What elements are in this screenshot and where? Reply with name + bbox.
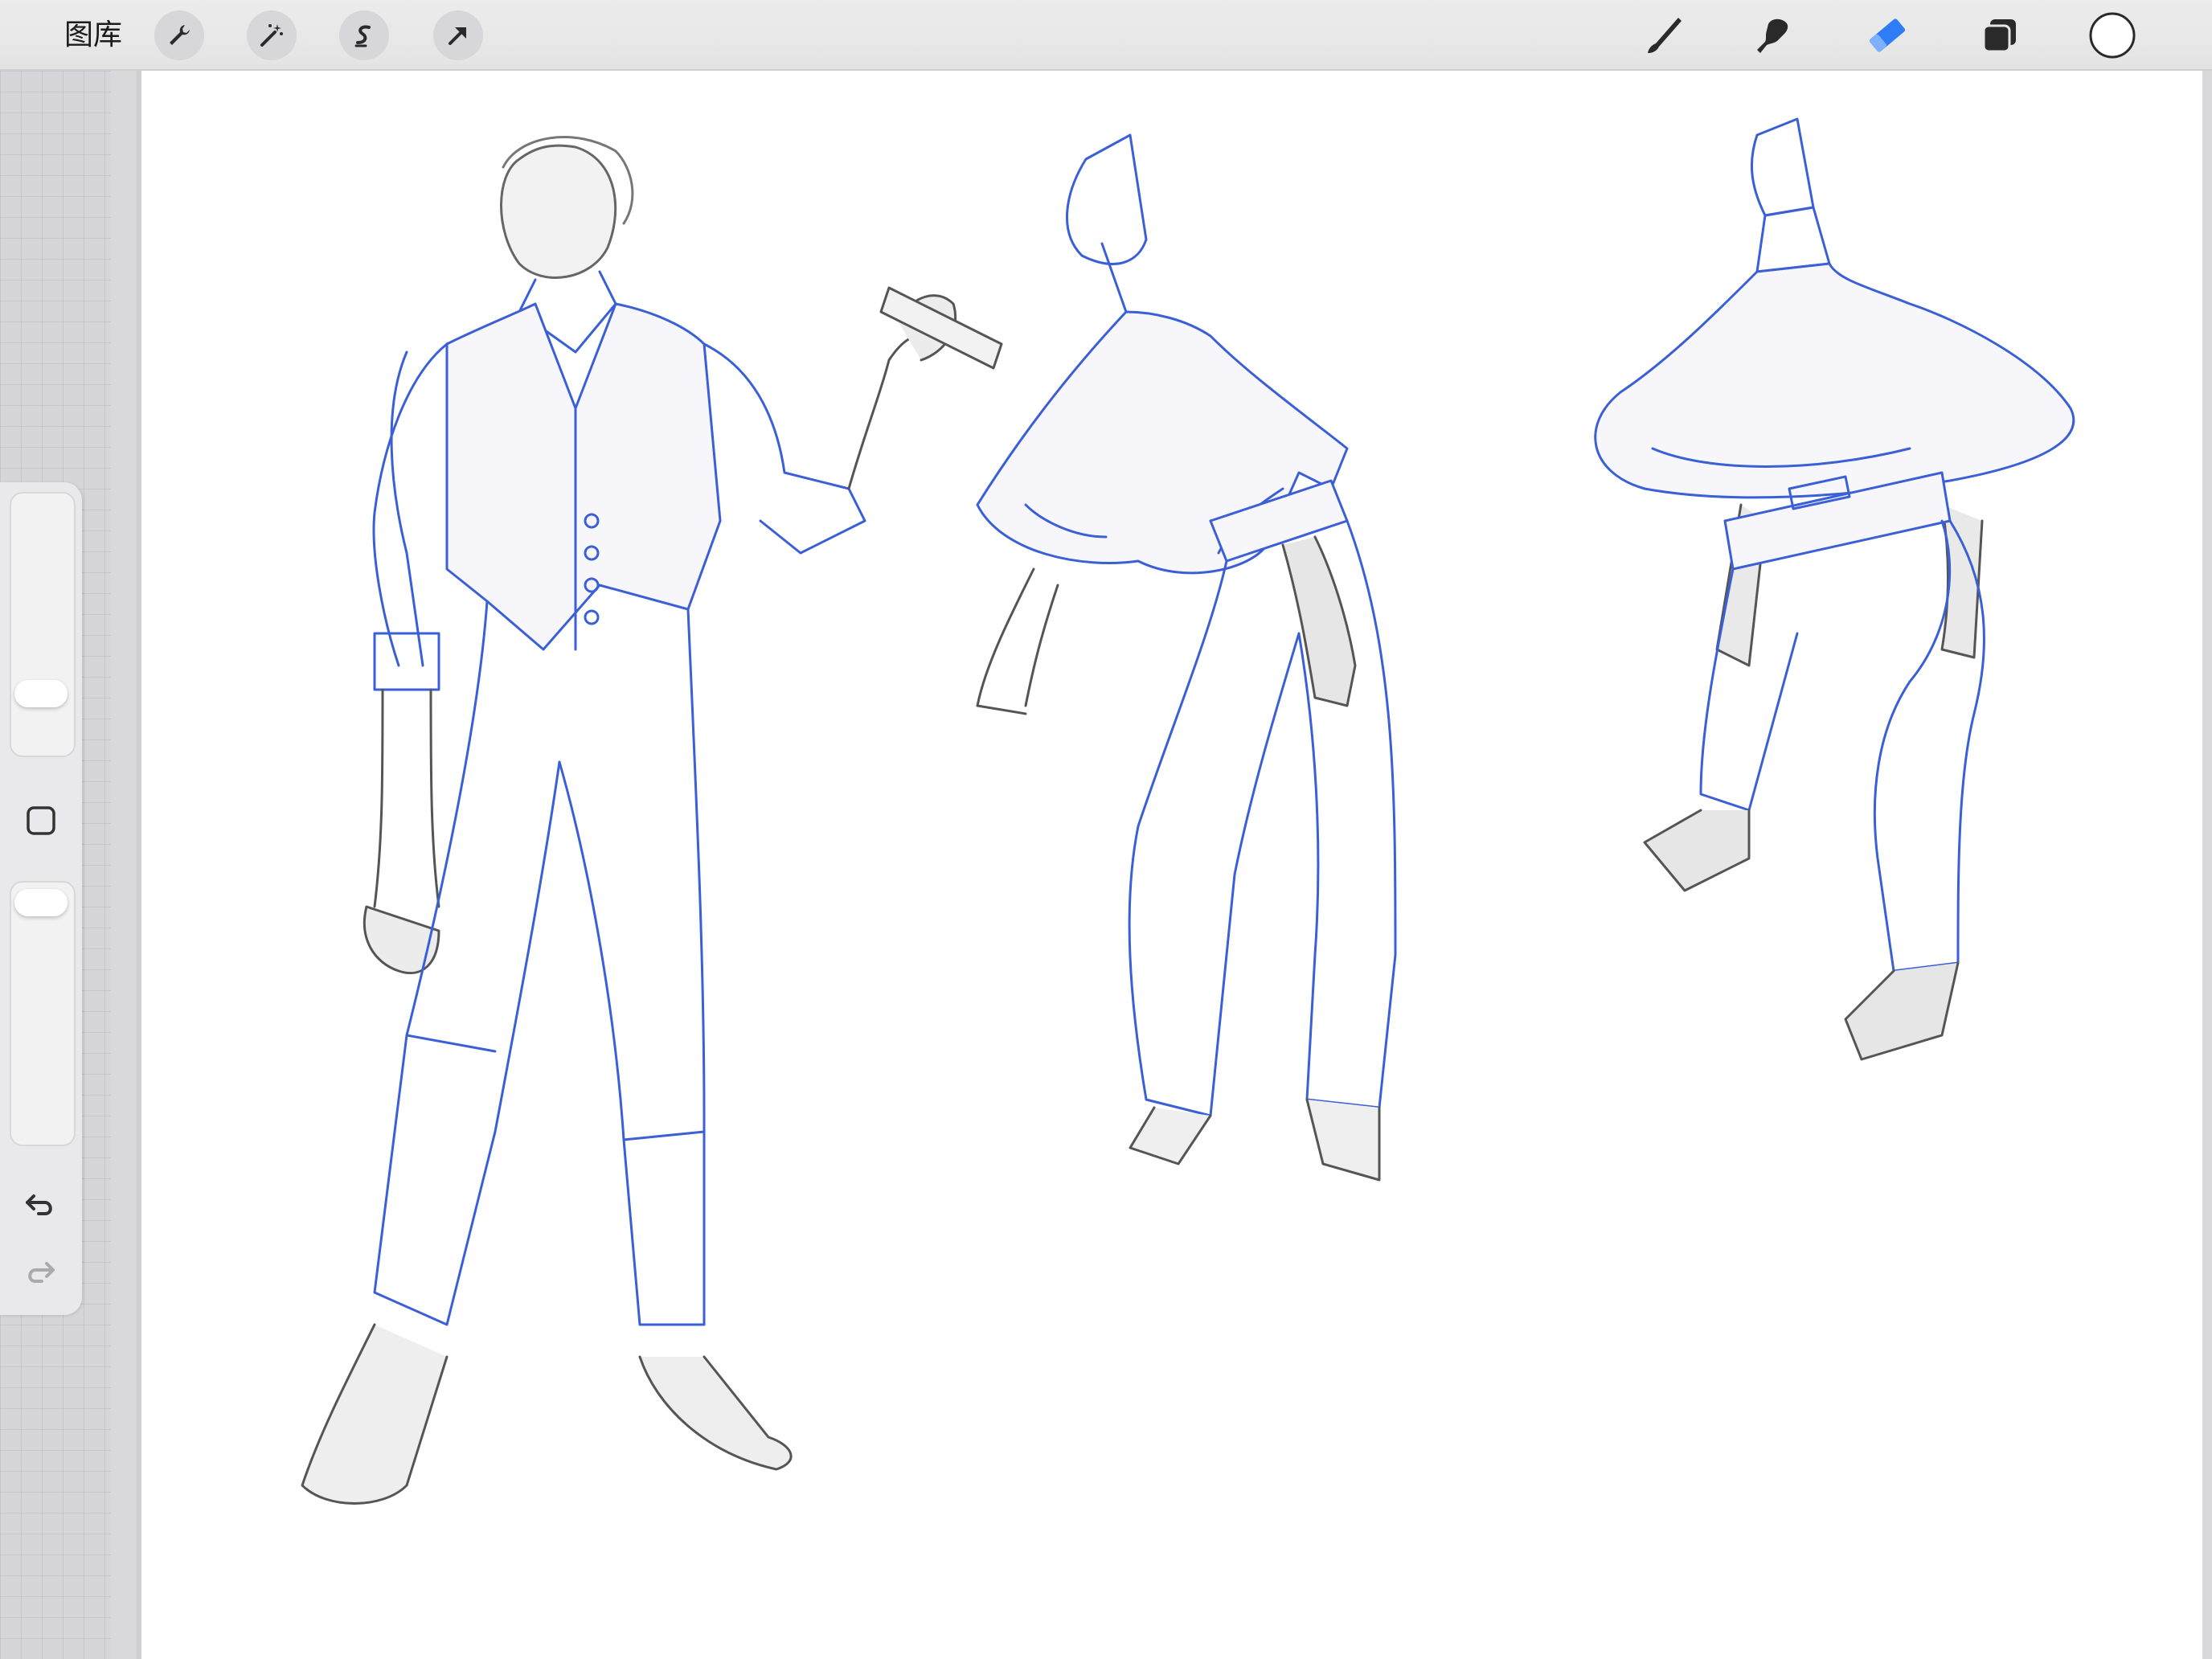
undo-icon bbox=[23, 1186, 58, 1222]
pants-study-2 bbox=[1643, 471, 1985, 1061]
eraser-button[interactable] bbox=[1863, 11, 1911, 59]
pants-study-1 bbox=[1128, 479, 1397, 1182]
top-toolbar: 图库 bbox=[0, 0, 2212, 71]
gallery-button[interactable]: 图库 bbox=[64, 14, 122, 55]
color-swatch bbox=[2088, 11, 2136, 59]
smudge-icon bbox=[1752, 13, 1797, 58]
eraser-icon bbox=[1863, 11, 1911, 59]
side-toolbar bbox=[0, 482, 82, 1315]
cloak-pose-sketch bbox=[976, 133, 1357, 715]
wrench-icon bbox=[165, 21, 194, 50]
swirling-dress-sketch bbox=[1594, 117, 2075, 667]
magic-wand-icon bbox=[257, 21, 286, 50]
canvas-artwork bbox=[301, 117, 2075, 1505]
redo-icon bbox=[23, 1254, 58, 1289]
layers-icon bbox=[1979, 14, 2021, 56]
redo-button[interactable] bbox=[19, 1251, 61, 1292]
brush-button[interactable] bbox=[1640, 11, 1688, 59]
standing-man-vest bbox=[301, 136, 1003, 1505]
brush-size-slider[interactable] bbox=[10, 492, 76, 757]
transform-button[interactable] bbox=[433, 10, 483, 60]
undo-button[interactable] bbox=[19, 1183, 61, 1225]
modify-square-icon bbox=[25, 805, 57, 837]
layers-button[interactable] bbox=[1976, 11, 2024, 59]
brush-icon bbox=[1641, 13, 1686, 58]
drawing-canvas[interactable] bbox=[137, 71, 2202, 1659]
opacity-slider[interactable] bbox=[10, 881, 76, 1146]
selection-button[interactable] bbox=[339, 10, 389, 60]
actions-button[interactable] bbox=[154, 10, 204, 60]
smudge-button[interactable] bbox=[1751, 11, 1799, 59]
modify-button[interactable] bbox=[23, 802, 59, 839]
color-button[interactable] bbox=[2088, 11, 2136, 59]
adjustments-button[interactable] bbox=[247, 10, 297, 60]
brush-size-thumb[interactable] bbox=[14, 680, 68, 707]
selection-icon bbox=[350, 21, 379, 50]
opacity-thumb[interactable] bbox=[14, 889, 68, 916]
transform-arrow-icon bbox=[444, 21, 473, 50]
